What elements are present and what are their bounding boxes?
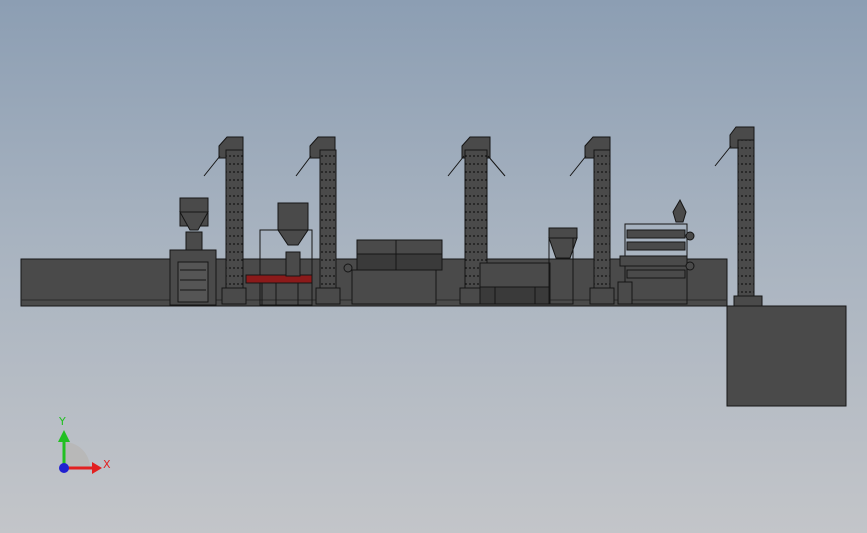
z-axis-icon (59, 463, 69, 473)
y-axis-label: Y (59, 415, 66, 428)
grader (479, 262, 551, 305)
left-hopper-machine (169, 197, 217, 306)
model-view[interactable] (0, 0, 867, 533)
triad-plane-icon (64, 442, 90, 468)
graphics-viewport[interactable]: Y X (0, 0, 867, 533)
x-axis-label: X (103, 458, 111, 471)
screen-cleaner (343, 239, 443, 305)
coordinate-triad[interactable] (58, 430, 102, 474)
pit-block (726, 305, 847, 407)
